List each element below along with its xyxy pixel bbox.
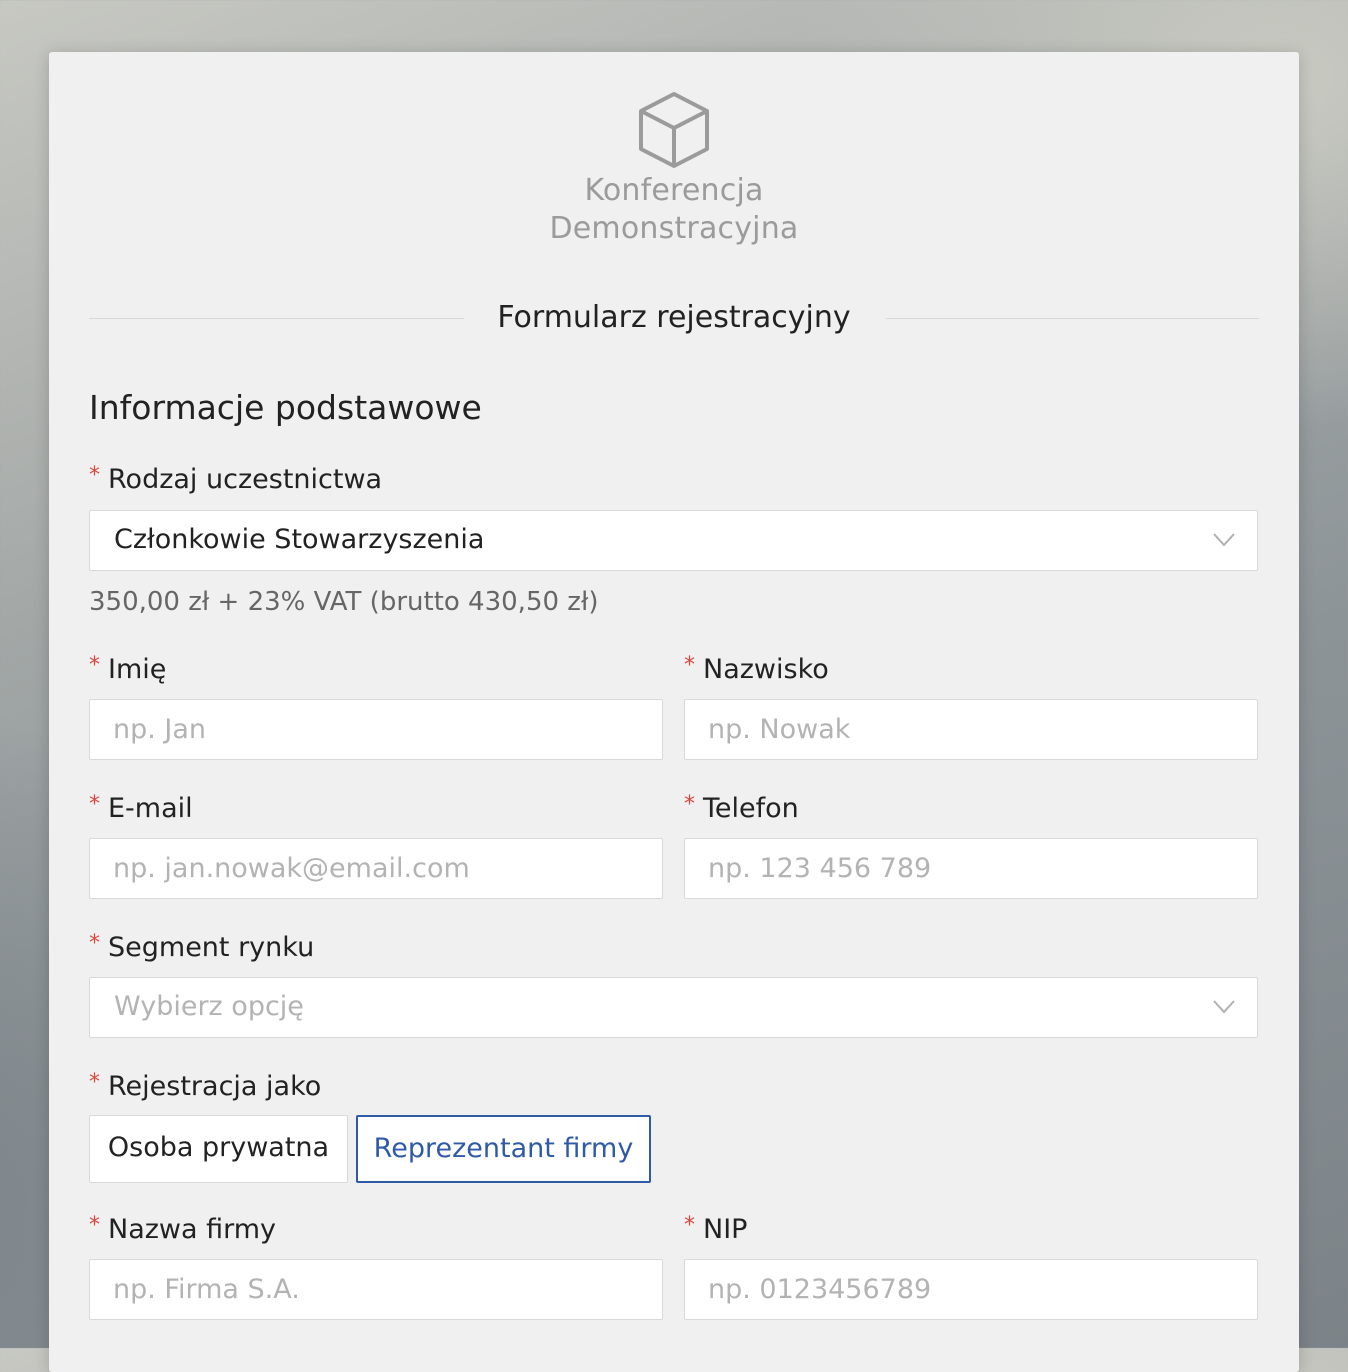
segment-select[interactable]: Wybierz opcję — [89, 977, 1258, 1038]
participation-label: * Rodzaj uczestnictwa — [89, 458, 382, 498]
phone-field[interactable] — [684, 838, 1258, 899]
section-title: Informacje podstawowe — [89, 388, 482, 427]
private-person-option[interactable]: Osoba prywatna — [89, 1115, 348, 1183]
first-name-input[interactable] — [90, 700, 662, 759]
phone-label: * Telefon — [684, 787, 799, 827]
email-input[interactable] — [90, 839, 662, 898]
first-name-field[interactable] — [89, 699, 663, 760]
email-label-text: E-mail — [108, 793, 193, 824]
phone-label-text: Telefon — [703, 793, 799, 824]
required-mark: * — [684, 1213, 695, 1238]
phone-input[interactable] — [685, 839, 1257, 898]
last-name-input[interactable] — [685, 700, 1257, 759]
participation-select[interactable]: Członkowie Stowarzyszenia — [89, 510, 1258, 571]
brand-logo: Konferencja Demonstracyjna — [49, 90, 1299, 248]
company-name-label: * Nazwa firmy — [89, 1208, 276, 1248]
form-title-row: Formularz rejestracyjny — [89, 296, 1259, 340]
company-name-label-text: Nazwa firmy — [108, 1214, 277, 1245]
registration-as-label-text: Rejestracja jako — [108, 1071, 322, 1102]
segment-label-text: Segment rynku — [108, 932, 315, 963]
chevron-down-icon — [1213, 533, 1235, 547]
required-mark: * — [89, 1070, 100, 1095]
company-representative-option[interactable]: Reprezentant firmy — [356, 1115, 651, 1183]
cube-icon — [639, 92, 709, 168]
last-name-field[interactable] — [684, 699, 1258, 760]
brand-name: Konferencja Demonstracyjna — [49, 172, 1299, 248]
registration-card: Konferencja Demonstracyjna Formularz rej… — [49, 52, 1299, 1372]
last-name-label-text: Nazwisko — [703, 654, 829, 685]
required-mark: * — [89, 792, 100, 817]
email-label: * E-mail — [89, 787, 193, 827]
participation-label-text: Rodzaj uczestnictwa — [108, 464, 383, 495]
company-name-field[interactable] — [89, 1259, 663, 1320]
company-name-input[interactable] — [90, 1260, 662, 1319]
nip-input[interactable] — [685, 1260, 1257, 1319]
required-mark: * — [684, 653, 695, 678]
required-mark: * — [89, 653, 100, 678]
required-mark: * — [684, 792, 695, 817]
nip-field[interactable] — [684, 1259, 1258, 1320]
first-name-label-text: Imię — [108, 654, 167, 685]
nip-label-text: NIP — [703, 1214, 748, 1245]
required-mark: * — [89, 463, 100, 488]
required-mark: * — [89, 931, 100, 956]
registration-as-label: * Rejestracja jako — [89, 1065, 321, 1105]
email-field[interactable] — [89, 838, 663, 899]
brand-name-line2: Demonstracyjna — [549, 211, 799, 246]
first-name-label: * Imię — [89, 648, 166, 688]
segment-label: * Segment rynku — [89, 926, 314, 966]
brand-name-line1: Konferencja — [584, 173, 764, 208]
nip-label: * NIP — [684, 1208, 747, 1248]
participation-value: Członkowie Stowarzyszenia — [114, 524, 485, 555]
divider-right — [886, 318, 1259, 319]
required-mark: * — [89, 1213, 100, 1238]
segment-placeholder: Wybierz opcję — [114, 991, 304, 1022]
chevron-down-icon — [1213, 1000, 1235, 1014]
participation-price: 350,00 zł + 23% VAT (brutto 430,50 zł) — [89, 587, 599, 617]
last-name-label: * Nazwisko — [684, 648, 829, 688]
